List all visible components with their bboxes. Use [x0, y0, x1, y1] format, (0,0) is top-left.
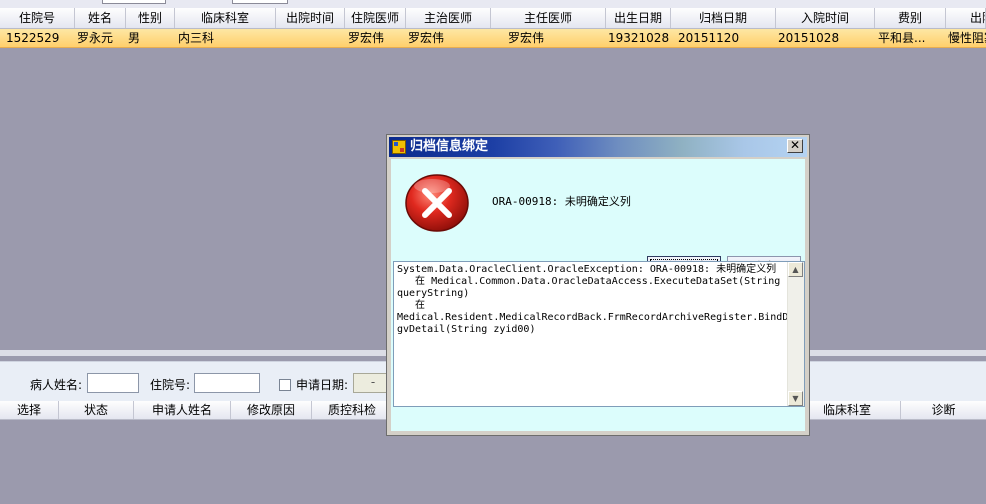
- error-details-textbox[interactable]: System.Data.OracleClient.OracleException…: [393, 261, 805, 407]
- inpatient-no-label: 住院号:: [150, 378, 191, 392]
- column-header[interactable]: 出生日期: [606, 8, 671, 28]
- column-header[interactable]: 出院: [946, 8, 986, 28]
- error-icon: [405, 174, 469, 232]
- apply-date-checkbox[interactable]: [279, 379, 291, 391]
- grid-header: 住院号 姓名 性别 临床科室 出院时间 住院医师 主治医师 主任医师 出生日期 …: [0, 8, 986, 29]
- dialog-titlebar[interactable]: 归档信息绑定 ✕: [389, 137, 807, 157]
- column-header[interactable]: 出院时间: [276, 8, 345, 28]
- cell-birth-date: 19321028: [608, 31, 670, 45]
- column-header[interactable]: 入院时间: [776, 8, 875, 28]
- cell-admission: 20151028: [778, 31, 840, 45]
- dialog-title: 归档信息绑定: [410, 139, 489, 154]
- column-header[interactable]: 临床科室: [175, 8, 276, 28]
- patient-name-label: 病人姓名:: [30, 378, 83, 392]
- cell-name: 罗永元: [77, 31, 114, 45]
- scroll-down-arrow-icon[interactable]: ▼: [788, 391, 803, 406]
- column-header[interactable]: 临床科室: [794, 401, 901, 419]
- column-header[interactable]: 归档日期: [671, 8, 776, 28]
- cell-department: 内三科: [178, 31, 215, 45]
- error-details-text: System.Data.OracleClient.OracleException…: [397, 264, 789, 335]
- cell-inpatient-no: 1522529: [6, 31, 60, 45]
- toolbar-field[interactable]: [102, 0, 166, 4]
- cell-gender: 男: [128, 31, 141, 45]
- column-header[interactable]: 诊断: [901, 401, 986, 419]
- column-header[interactable]: 住院医师: [345, 8, 406, 28]
- top-toolbar-strip: [0, 0, 986, 8]
- column-header[interactable]: 主治医师: [406, 8, 491, 28]
- error-dialog: 归档信息绑定 ✕ ORA-00918: 未明确定义列 详细信息 确定 Syste…: [386, 134, 810, 436]
- column-header[interactable]: 状态: [59, 401, 134, 419]
- cell-chief: 罗宏伟: [508, 31, 545, 45]
- column-header[interactable]: 质控科检: [312, 401, 393, 419]
- column-header[interactable]: 修改原因: [231, 401, 312, 419]
- toolbar-field[interactable]: [232, 0, 288, 4]
- error-message: ORA-00918: 未明确定义列: [492, 195, 631, 208]
- column-header[interactable]: 主任医师: [491, 8, 606, 28]
- vertical-scrollbar[interactable]: ▲ ▼: [787, 262, 804, 406]
- patient-name-input[interactable]: [87, 373, 139, 393]
- column-header[interactable]: 性别: [126, 8, 175, 28]
- cell-archive-date: 20151120: [678, 31, 740, 45]
- apply-date-label: 申请日期:: [296, 378, 349, 392]
- close-button[interactable]: ✕: [787, 139, 803, 153]
- table-row[interactable]: 1522529 罗永元 男 内三科 罗宏伟 罗宏伟 罗宏伟 19321028 2…: [0, 29, 986, 48]
- column-header[interactable]: 费别: [875, 8, 946, 28]
- column-header[interactable]: 选择: [0, 401, 59, 419]
- column-header[interactable]: 住院号: [0, 8, 75, 28]
- cell-discharge-diagnosis: 慢性阻塞: [948, 31, 986, 45]
- scroll-up-arrow-icon[interactable]: ▲: [788, 262, 803, 277]
- column-header[interactable]: 申请人姓名: [134, 401, 231, 419]
- cell-resident: 罗宏伟: [348, 31, 385, 45]
- column-header[interactable]: 姓名: [75, 8, 126, 28]
- inpatient-no-input[interactable]: [194, 373, 260, 393]
- cell-attending: 罗宏伟: [408, 31, 445, 45]
- cell-fee-type: 平和县...: [878, 31, 926, 45]
- app-icon: [392, 140, 406, 154]
